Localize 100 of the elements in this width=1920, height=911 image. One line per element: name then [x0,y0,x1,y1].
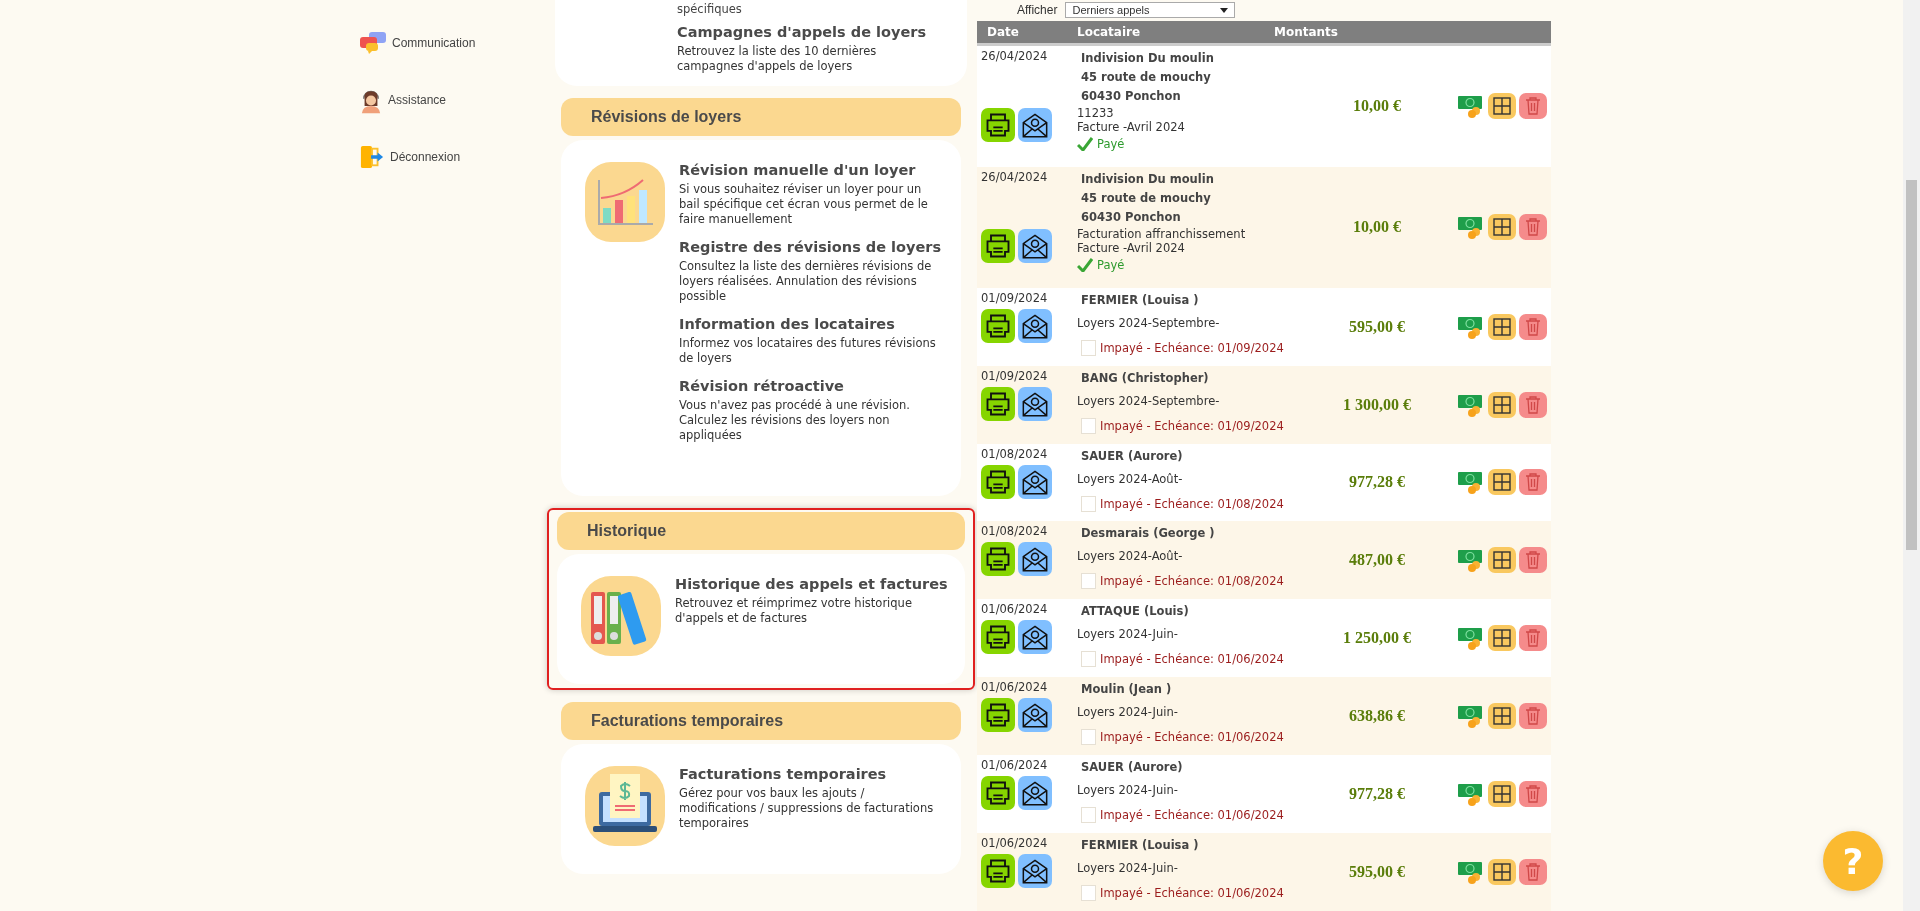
menu-link[interactable]: Information des locataires [679,316,944,332]
tenant-name: ATTAQUE (Louis) [1081,603,1190,621]
calculator-button[interactable] [1488,859,1516,885]
trash-icon [1525,863,1541,881]
email-button[interactable] [1018,308,1052,343]
scrollbar[interactable] [1903,0,1920,911]
delete-button[interactable] [1519,859,1547,885]
email-button[interactable] [1018,854,1052,889]
menu-link[interactable]: Révision rétroactive [679,378,944,394]
calculator-button[interactable] [1488,391,1516,418]
bar-chart-icon [585,162,665,242]
calculator-button[interactable] [1488,703,1516,730]
menu-description: Retrouvez et réimprimez votre historique d'appels et de factures [675,596,913,626]
binders-icon [581,576,661,656]
email-button[interactable] [1018,620,1052,655]
delete-button[interactable] [1519,93,1547,120]
payment-status: Impayé - Echéance: 01/09/2024 [1100,340,1284,355]
menu-link[interactable]: Registre des révisions de loyers [679,239,944,255]
print-button[interactable] [981,107,1015,142]
checkbox[interactable] [1081,807,1096,824]
email-button[interactable] [1018,464,1052,499]
checkbox[interactable] [1081,573,1096,590]
email-button[interactable] [1018,386,1052,421]
invoice-detail: Facture -Avril 2024 [1077,240,1186,255]
payment-status: Payé [1097,136,1125,151]
payment-status: Impayé - Echéance: 01/06/2024 [1100,730,1284,745]
amount-cell: 1 250,00 € [1343,629,1411,648]
checkbox[interactable] [1081,339,1096,356]
invoice-detail: Loyers 2024-Juin- [1077,627,1179,642]
delete-button[interactable] [1519,214,1547,241]
payment-status: Impayé - Echéance: 01/06/2024 [1100,652,1284,667]
date-cell-text: 01/06/2024 [981,758,1049,773]
checkbox[interactable] [1081,885,1096,902]
delete-button[interactable] [1519,547,1547,574]
sidebar-item[interactable]: Assistance [360,87,560,113]
invoice-detail: Loyers 2024-Septembre- [1077,393,1221,408]
date-cell-text: 01/06/2024 [981,836,1049,851]
caret-icon [1220,7,1229,13]
print-button[interactable] [981,542,1015,577]
checkbox[interactable] [1081,729,1096,746]
print-button[interactable] [981,698,1015,733]
calculator-button[interactable] [1488,214,1516,241]
calculator-button[interactable] [1488,469,1516,496]
sidebar-item[interactable]: Déconnexion [360,144,560,170]
calculator-icon [1493,395,1511,414]
invoice-detail: Loyers 2024-Septembre- [1077,315,1221,330]
email-button[interactable] [1018,776,1052,811]
filter-dropdown[interactable]: Derniers appels [1065,2,1236,18]
delete-button[interactable] [1519,469,1547,496]
menu-link[interactable]: Historique des appels et factures [675,576,948,592]
date-cell-text: 26/04/2024 [981,169,1049,184]
tenant-name: 45 route de mouchy [1081,68,1212,86]
tenant-name: FERMIER (Louisa ) [1081,291,1200,309]
amount-cell: 10,00 € [1353,218,1401,237]
email-button[interactable] [1018,698,1052,733]
print-button[interactable] [981,620,1015,655]
checkbox[interactable] [1081,495,1096,512]
tenant-name: Desmarais (George ) [1081,525,1216,543]
calculator-icon [1493,629,1511,648]
tenant-name: Indivision Du moulin [1081,49,1215,67]
invoice-detail: Loyers 2024-Juin- [1077,783,1179,798]
amount-cell: 595,00 € [1349,317,1405,336]
email-button[interactable] [1018,228,1052,263]
checkbox[interactable] [1081,417,1096,434]
delete-button[interactable] [1519,391,1547,418]
print-button[interactable] [981,308,1015,343]
calculator-button[interactable] [1488,547,1516,574]
menu-link[interactable]: Campagnes d'appels de loyers [677,24,947,40]
invoice-detail: 11233 [1077,105,1115,120]
print-button[interactable] [981,854,1015,889]
sidebar-item[interactable]: Communication [360,30,560,56]
print-button[interactable] [981,464,1015,499]
delete-button[interactable] [1519,313,1547,340]
delete-button[interactable] [1519,703,1547,730]
amount-cell: 1 300,00 € [1343,395,1411,414]
menu-link[interactable]: Facturations temporaires [679,766,944,782]
calculator-button[interactable] [1488,781,1516,808]
section-header: Historique [557,512,965,550]
print-button[interactable] [981,228,1015,263]
calculator-button[interactable] [1488,625,1516,652]
delete-button[interactable] [1519,625,1547,652]
email-button[interactable] [1018,542,1052,577]
amount-cell: 10,00 € [1353,97,1401,116]
invoice-detail: Loyers 2024-Août- [1077,471,1184,486]
email-button[interactable] [1018,107,1052,142]
column-header: Locataire [1077,25,1142,39]
print-button[interactable] [981,386,1015,421]
tenant-name: 45 route de mouchy [1081,189,1212,207]
trash-icon [1525,785,1541,804]
tenant-name: 60430 Ponchon [1081,87,1182,105]
menu-link[interactable]: Révision manuelle d'un loyer [679,162,944,178]
column-header: Date [987,25,1020,39]
delete-button[interactable] [1519,781,1547,808]
payment-status: Impayé - Echéance: 01/06/2024 [1100,886,1284,901]
calculator-button[interactable] [1488,313,1516,340]
print-button[interactable] [981,776,1015,811]
tenant-name: BANG (Christopher) [1081,369,1210,387]
calculator-button[interactable] [1488,93,1516,120]
calculator-icon [1493,317,1511,336]
checkbox[interactable] [1081,651,1096,668]
